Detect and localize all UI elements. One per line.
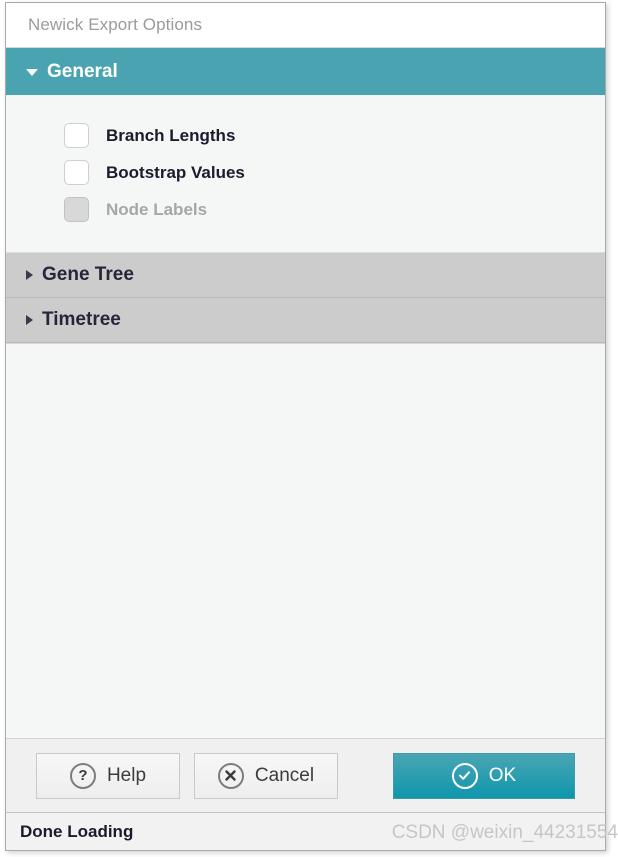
section-header-gene-tree[interactable]: Gene Tree [6,253,605,298]
section-header-general[interactable]: General [6,48,605,95]
triangle-down-icon [26,69,38,76]
checkbox-label-node-labels: Node Labels [106,199,208,219]
checkbox-bootstrap-values[interactable] [64,160,89,185]
options-accordion: General Branch Lengths Bootstrap Values … [6,48,605,738]
status-text: Done Loading [20,821,134,841]
check-circle-icon [451,762,478,789]
section-title-timetree: Timetree [42,309,121,330]
dialog-title: Newick Export Options [28,15,203,34]
empty-content-area [6,343,605,738]
triangle-right-icon [26,270,33,280]
ok-button-label: OK [488,764,517,786]
cancel-button-label: Cancel [254,764,315,786]
section-header-timetree[interactable]: Timetree [6,298,605,343]
status-bar: Done Loading [6,812,605,850]
dialog-footer: ? Help Cancel OK [6,738,605,812]
cancel-button[interactable]: Cancel [194,752,338,799]
checkbox-branch-lengths[interactable] [64,123,89,148]
checkbox-row-branch-lengths[interactable]: Branch Lengths [6,117,605,154]
section-body-general: Branch Lengths Bootstrap Values Node Lab… [6,95,605,253]
checkbox-label-branch-lengths: Branch Lengths [106,125,236,145]
section-title-gene-tree: Gene Tree [42,264,134,285]
newick-export-options-dialog: Newick Export Options General Branch Len… [5,2,606,851]
section-title-general: General [47,60,118,82]
dialog-titlebar: Newick Export Options [6,3,605,48]
checkbox-node-labels [64,197,89,222]
checkbox-row-node-labels: Node Labels [6,191,605,228]
triangle-right-icon [26,315,33,325]
help-button-label: Help [106,764,147,786]
ok-button[interactable]: OK [393,752,575,799]
x-circle-icon [217,762,244,789]
help-button[interactable]: ? Help [36,752,180,799]
question-mark-circle-icon: ? [69,762,96,789]
checkbox-label-bootstrap-values: Bootstrap Values [106,162,245,182]
checkbox-row-bootstrap-values[interactable]: Bootstrap Values [6,154,605,191]
